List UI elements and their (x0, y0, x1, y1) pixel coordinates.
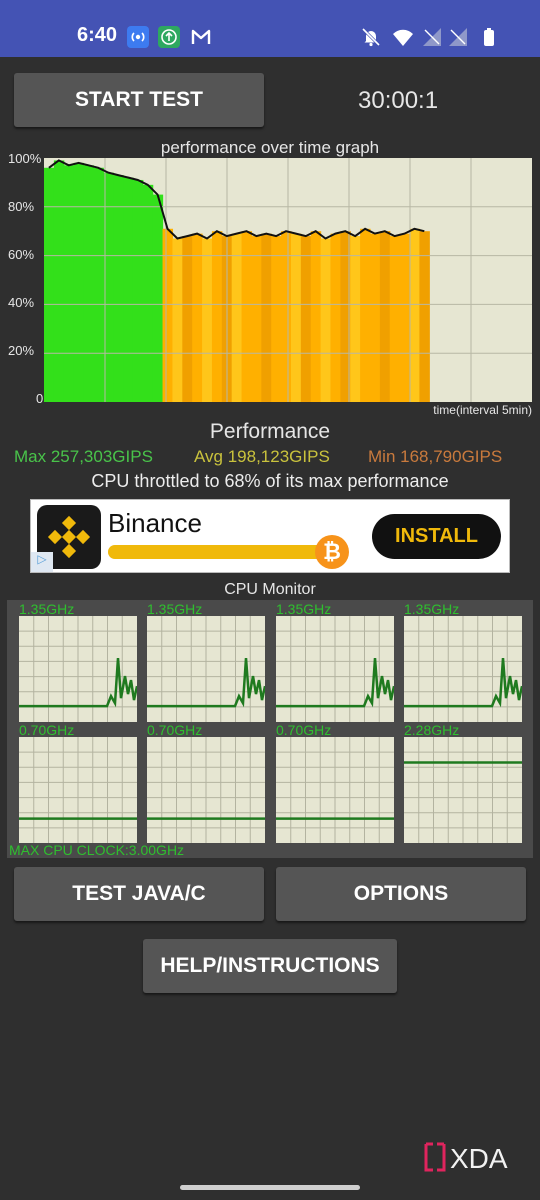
graph-bar (261, 233, 272, 402)
max-cpu-clock-label: MAX CPU CLOCK:3.00GHz (9, 842, 185, 858)
ad-progress-bar (108, 545, 328, 559)
graph-bar (379, 231, 391, 402)
graph-bar (389, 236, 401, 402)
y-tick-label: 40% (8, 295, 35, 310)
graph-bar (300, 236, 312, 402)
graph-bar (123, 177, 134, 402)
core-frequency-label: 0.70GHz (147, 722, 203, 738)
test-java-c-button[interactable]: TEST JAVA/C (14, 867, 264, 921)
status-bar: 6:40 (0, 0, 540, 57)
graph-bar (142, 184, 154, 402)
core-frequency-label: 1.35GHz (276, 601, 332, 617)
core-graph (147, 616, 265, 722)
signal-icon-2 (447, 26, 469, 48)
core-frequency-label: 2.28GHz (404, 722, 460, 738)
avg-stat: Avg 198,123GIPS (194, 447, 330, 466)
core-graph (404, 737, 522, 843)
core-frequency-label: 0.70GHz (19, 722, 75, 738)
graph-bar (409, 228, 420, 402)
y-tick-label: 100% (8, 151, 42, 166)
graph-bar (113, 175, 124, 402)
min-stat: Min 168,790GIPS (368, 447, 503, 466)
core-frequency-label: 1.35GHz (404, 601, 460, 617)
y-tick-label: 20% (8, 343, 35, 358)
graph-bar (310, 231, 322, 402)
graph-bar (350, 236, 361, 402)
xda-text: XDA (450, 1143, 508, 1174)
graph-bar (290, 233, 302, 402)
ad-banner[interactable]: Binance ₿ INSTALL ▷ (30, 499, 510, 573)
cpu-monitor-title: CPU Monitor (224, 581, 316, 598)
graph-bar (162, 228, 174, 402)
upload-icon (158, 26, 180, 48)
graph-bar (202, 238, 213, 402)
graph-bar (281, 231, 292, 402)
core-graph (19, 616, 137, 722)
x-axis-label: time(interval 5min) (433, 403, 532, 417)
y-tick-label: 80% (8, 199, 35, 214)
core-frequency-label: 1.35GHz (147, 601, 203, 617)
graph-bar (192, 233, 203, 402)
graph-bar (419, 231, 430, 402)
graph-bar (360, 228, 371, 402)
battery-icon (478, 26, 500, 48)
performance-graph (44, 158, 532, 402)
core-frequency-label: 0.70GHz (276, 722, 332, 738)
status-time: 6:40 (77, 24, 118, 46)
core-frequency-label: 1.35GHz (19, 601, 75, 617)
graph-bar (152, 194, 164, 402)
bitcoin-icon: ₿ (315, 535, 349, 569)
graph-bar (182, 236, 193, 402)
performance-title: Performance (209, 420, 331, 443)
graph-bar (330, 233, 341, 402)
graph-bar (83, 165, 94, 402)
graph-bar (369, 233, 381, 402)
signal-icon (421, 26, 443, 48)
core-graph (404, 616, 522, 722)
graph-bar (172, 238, 183, 402)
max-stat: Max 257,303GIPS (14, 447, 153, 466)
adchoices-icon[interactable]: ▷ (31, 552, 53, 572)
graph-bar (271, 236, 282, 402)
core-graph (276, 737, 394, 843)
graph-bar (251, 236, 262, 402)
graph-title: performance over time graph (160, 138, 380, 157)
graph-bar (211, 231, 223, 402)
options-button[interactable]: OPTIONS (276, 867, 526, 921)
gmail-icon (190, 26, 212, 48)
graph-bar (399, 233, 411, 402)
y-tick-label: 60% (8, 247, 35, 262)
mute-icon (360, 26, 382, 48)
graph-bar (241, 231, 253, 402)
xda-logo-icon: XDA (424, 1142, 508, 1174)
test-timer: 30:00:1 (358, 87, 439, 114)
xda-watermark: XDA (422, 1140, 532, 1179)
graph-bar (231, 233, 243, 402)
core-graph (276, 616, 394, 722)
graph-bar (63, 165, 75, 402)
core-graph (147, 737, 265, 843)
core-graph (19, 737, 137, 843)
ad-progress-fill (108, 545, 317, 559)
start-test-button[interactable]: START TEST (14, 73, 264, 127)
ad-app-name: Binance (108, 508, 202, 538)
install-button[interactable]: INSTALL (372, 514, 501, 559)
graph-bar (44, 167, 55, 402)
throttle-message: CPU throttled to 68% of its max performa… (91, 471, 449, 491)
graph-bar (93, 167, 104, 402)
graph-bar (53, 160, 65, 402)
graph-bar (132, 179, 144, 402)
y-tick-label: 0 (36, 391, 44, 406)
graph-bar (320, 238, 332, 402)
wifi-icon (392, 26, 414, 48)
help-instructions-button[interactable]: HELP/INSTRUCTIONS (143, 939, 397, 993)
graph-bar (73, 162, 85, 402)
gesture-nav-bar[interactable] (180, 1185, 360, 1190)
hotspot-icon (127, 26, 149, 48)
